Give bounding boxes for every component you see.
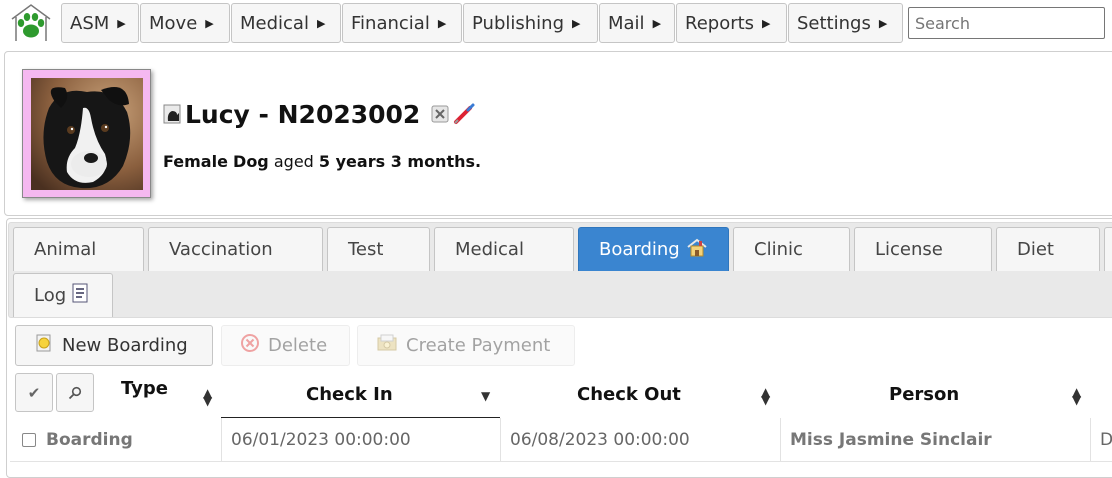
tab-vaccination[interactable]: Vaccination	[148, 227, 323, 271]
new-boarding-label: New Boarding	[62, 335, 188, 356]
caret-right-icon: ▶	[878, 16, 888, 30]
row-check-in-value: 06/01/2023 00:00:00	[231, 429, 411, 450]
tab-boarding-label: Boarding	[599, 239, 680, 260]
column-header-type-label: Type	[121, 378, 168, 399]
search-icon	[68, 386, 82, 399]
menu-mail-label: Mail	[608, 12, 645, 34]
home-button[interactable]	[8, 3, 54, 43]
caret-right-icon: ▶	[762, 16, 771, 30]
table-cell-check-in: 06/01/2023 00:00:00	[221, 418, 500, 461]
animal-subtitle: Female Dog aged 5 years 3 months.	[163, 152, 481, 171]
row-person-value: Miss Jasmine Sinclair	[790, 429, 992, 450]
tab-test[interactable]: Test	[327, 227, 430, 271]
row-check-out-value: 06/08/2023 00:00:00	[510, 429, 690, 450]
row-overflow-value: D	[1100, 429, 1112, 450]
tab-clinic-label: Clinic	[754, 239, 803, 260]
table-cell-person[interactable]: Miss Jasmine Sinclair	[780, 418, 1090, 461]
tab-animal[interactable]: Animal	[13, 227, 144, 271]
menu-settings[interactable]: Settings ▶	[788, 3, 903, 43]
syringe-icon	[454, 103, 475, 124]
tab-animal-label: Animal	[34, 239, 97, 260]
column-header-type[interactable]: Type ▲ ▼	[110, 372, 220, 412]
caret-right-icon: ▶	[437, 16, 447, 30]
menu-medical-label: Medical	[240, 12, 309, 34]
table-cell-check-out: 06/08/2023 00:00:00	[500, 418, 780, 461]
delete-button[interactable]: Delete	[221, 325, 350, 366]
tab-license-label: License	[875, 239, 943, 260]
create-payment-button[interactable]: Create Payment	[357, 325, 575, 366]
column-header-person-label: Person	[889, 384, 960, 405]
menu-asm-label: ASM	[70, 12, 110, 34]
tab-test-label: Test	[348, 239, 384, 260]
menu-publishing[interactable]: Publishing ▶	[463, 3, 598, 43]
delete-label: Delete	[268, 335, 328, 356]
log-document-icon	[72, 283, 88, 308]
sort-descending-icon: ▼	[481, 389, 491, 403]
animal-species: Dog	[233, 152, 269, 171]
caret-right-icon: ▶	[572, 16, 581, 30]
menu-financial-label: Financial	[351, 12, 430, 34]
search-input[interactable]	[908, 7, 1105, 39]
tab-diet-label: Diet	[1017, 239, 1054, 260]
tab-medical-label: Medical	[455, 239, 524, 260]
menu-move[interactable]: Move ▶	[140, 3, 230, 43]
sort-icon: ▲ ▼	[1072, 385, 1082, 407]
sort-icon: ▲ ▼	[761, 385, 771, 407]
checkmark-icon: ✔	[27, 383, 41, 402]
tab-diet[interactable]: Diet	[996, 227, 1100, 271]
row-checkbox[interactable]	[22, 432, 36, 447]
caret-right-icon: ▶	[117, 16, 126, 30]
table-cell-overflow: D	[1090, 418, 1112, 461]
caret-right-icon: ▶	[652, 16, 662, 30]
column-header-check-out-label: Check Out	[577, 384, 681, 405]
animal-sex: Female	[163, 152, 228, 171]
dog-photo-image	[31, 78, 143, 190]
top-menu-bar: ASM ▶ Move ▶ Medical ▶ Financial ▶ Publi…	[0, 0, 1112, 46]
tab-clinic[interactable]: Clinic	[733, 227, 850, 271]
new-boarding-button[interactable]: New Boarding	[15, 325, 213, 366]
sort-icon: ▲ ▼	[203, 386, 213, 408]
boarding-house-icon	[686, 237, 708, 262]
paw-icon	[11, 4, 51, 41]
menu-move-label: Move	[149, 12, 198, 34]
caret-right-icon: ▶	[316, 16, 326, 30]
tab-medical[interactable]: Medical	[434, 227, 574, 271]
tab-log[interactable]: Log	[13, 273, 113, 317]
create-payment-label: Create Payment	[406, 335, 551, 356]
table-cell-type[interactable]: Boarding	[22, 418, 220, 461]
remove-icon[interactable]	[430, 103, 452, 125]
menu-asm[interactable]: ASM ▶	[61, 3, 139, 43]
payment-icon	[376, 333, 398, 358]
tab-vaccination-label: Vaccination	[169, 239, 273, 260]
animal-age: 5 years 3 months.	[318, 152, 482, 171]
column-header-check-out[interactable]: Check Out ▲ ▼	[500, 378, 780, 418]
shelter-animal-icon	[163, 104, 181, 124]
animal-header-panel	[4, 51, 1112, 216]
delete-icon	[240, 333, 260, 358]
select-all-button[interactable]: ✔	[15, 373, 53, 412]
row-type-value: Boarding	[46, 429, 133, 450]
column-header-check-in-label: Check In	[306, 384, 393, 405]
tab-overflow[interactable]	[1104, 227, 1112, 271]
animal-title-row: Lucy - N2023002	[163, 97, 476, 131]
aged-label: aged	[273, 152, 314, 171]
column-header-check-in[interactable]: Check In ▼	[221, 378, 500, 418]
menu-settings-label: Settings	[797, 12, 871, 34]
column-header-person[interactable]: Person ▲ ▼	[780, 378, 1090, 418]
menu-publishing-label: Publishing	[472, 12, 564, 34]
tab-boarding[interactable]: Boarding	[578, 227, 729, 271]
menu-financial[interactable]: Financial ▶	[342, 3, 462, 43]
filter-button[interactable]	[56, 373, 94, 412]
caret-right-icon: ▶	[205, 16, 214, 30]
menu-mail[interactable]: Mail ▶	[599, 3, 675, 43]
menu-medical[interactable]: Medical ▶	[231, 3, 341, 43]
animal-name-code: Lucy - N2023002	[185, 99, 421, 129]
menu-reports-label: Reports	[685, 12, 755, 34]
menu-reports[interactable]: Reports ▶	[676, 3, 787, 43]
animal-photo[interactable]	[22, 69, 151, 198]
tab-license[interactable]: License	[854, 227, 992, 271]
tab-log-label: Log	[34, 285, 67, 306]
new-document-icon	[34, 333, 54, 358]
